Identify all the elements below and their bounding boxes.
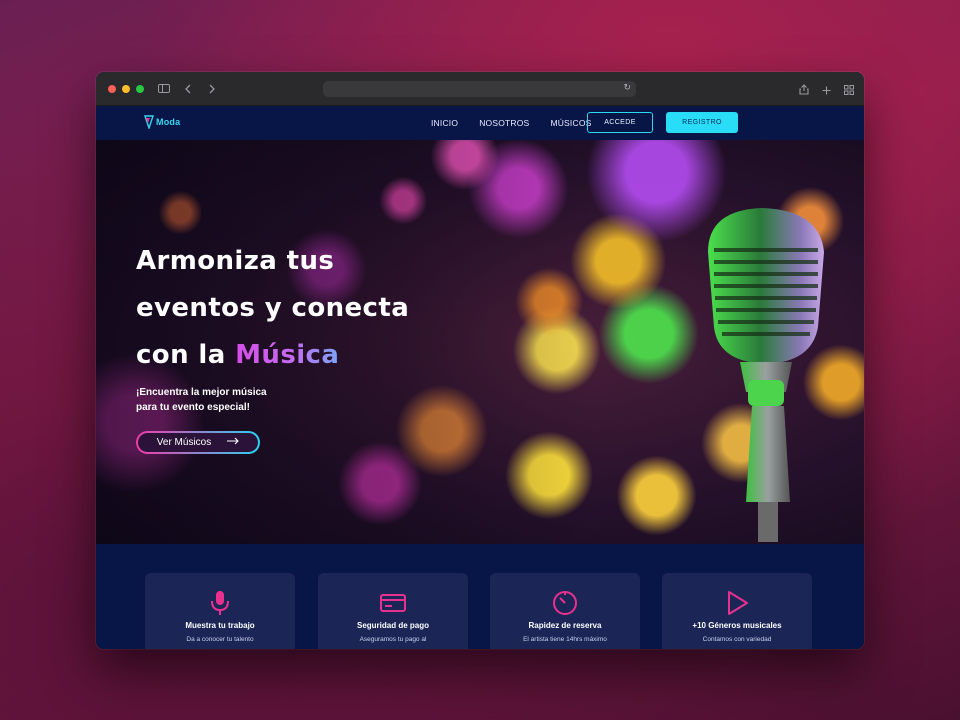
logo[interactable]: Moda: [144, 115, 180, 129]
new-tab-icon[interactable]: [822, 80, 831, 99]
site-navbar: Moda INICIO NOSOTROS MÚSICOS ACCEDE REGI…: [96, 106, 864, 140]
share-icon[interactable]: [799, 80, 809, 99]
feature-desc: Contamos con variedad: [702, 636, 772, 643]
feature-card: +10 Géneros musicales Contamos con varie…: [662, 573, 812, 649]
feature-desc: El artista tiene 14hrs máximo: [523, 636, 607, 643]
hero-banner: Armoniza tus eventos y conecta con la Mú…: [96, 140, 864, 544]
features-section: Muestra tu trabajo Da a conocer tu talen…: [96, 544, 864, 649]
hero-title-accent: Música: [235, 340, 340, 370]
ver-musicos-button[interactable]: Ver Músicos: [136, 431, 260, 454]
feature-desc: Aseguramos tu pago al: [359, 636, 427, 643]
logo-text: Moda: [156, 117, 181, 127]
window-controls: [108, 84, 144, 93]
url-bar[interactable]: ↻: [323, 81, 636, 97]
feature-card: Rapidez de reserva El artista tiene 14hr…: [490, 573, 640, 649]
hero-title-line3: con la Música: [136, 332, 409, 379]
tab-overview-icon[interactable]: [844, 80, 854, 99]
microphone-icon: [145, 589, 295, 617]
reload-icon[interactable]: ↻: [623, 83, 631, 93]
feature-desc: Da a conocer tu talento: [186, 636, 254, 643]
feature-card: Muestra tu trabajo Da a conocer tu talen…: [145, 573, 295, 649]
feature-title: Muestra tu trabajo: [185, 621, 255, 630]
nav-links: INICIO NOSOTROS MÚSICOS: [431, 106, 592, 140]
feature-title: Rapidez de reserva: [528, 621, 602, 630]
hero-title-line3-prefix: con la: [136, 340, 236, 370]
maximize-window-button[interactable]: [136, 84, 144, 93]
browser-window: ↻ Moda INICIO NOSOTROS MÚSICOS ACCEDE RE…: [96, 72, 864, 649]
browser-toolbar: ↻: [96, 72, 864, 106]
hero-subtitle: ¡Encuentra la mejor música para tu event…: [136, 387, 267, 413]
forward-icon[interactable]: [206, 83, 218, 95]
ver-musicos-label: Ver Músicos: [156, 437, 212, 448]
sidebar-icon[interactable]: [158, 84, 170, 93]
feature-title: Seguridad de pago: [356, 621, 429, 630]
hero-title-line1: Armoniza tus: [136, 246, 335, 276]
credit-card-icon: [318, 589, 468, 617]
feature-title: +10 Géneros musicales: [692, 621, 782, 630]
nav-link-nosotros[interactable]: NOSOTROS: [479, 118, 529, 128]
hero-title-line2: eventos y conecta: [136, 293, 410, 323]
arrow-right-icon: [227, 437, 240, 448]
logo-mark-icon: [144, 115, 154, 129]
timer-icon: [490, 589, 640, 617]
login-button[interactable]: ACCEDE: [587, 112, 653, 133]
register-button[interactable]: REGISTRO: [666, 112, 738, 133]
close-window-button[interactable]: [108, 84, 116, 93]
hero-title: Armoniza tus eventos y conecta con la Mú…: [136, 238, 409, 379]
back-icon[interactable]: [182, 83, 194, 95]
play-icon: [662, 589, 812, 617]
feature-card: Seguridad de pago Aseguramos tu pago al: [318, 573, 468, 649]
nav-link-inicio[interactable]: INICIO: [431, 118, 458, 128]
minimize-window-button[interactable]: [122, 84, 130, 93]
microphone-image: [708, 208, 824, 542]
nav-link-musicos[interactable]: MÚSICOS: [550, 118, 591, 128]
